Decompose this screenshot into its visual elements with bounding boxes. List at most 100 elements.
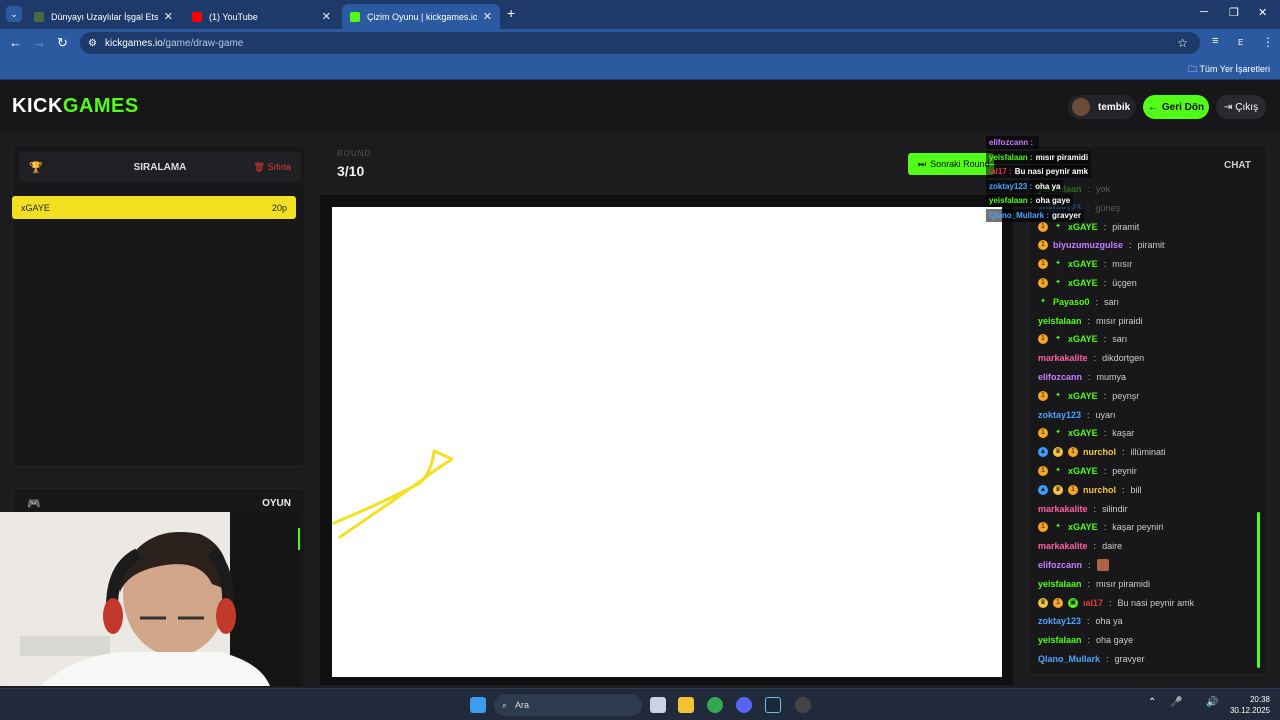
back-arrow-icon[interactable]: ← <box>9 35 22 50</box>
crown-badge-icon: ♛ <box>1053 447 1063 458</box>
chat-username[interactable]: Payaso0 <box>1053 297 1090 307</box>
minimize-button[interactable]: ─ <box>1200 6 1208 18</box>
taskbar-search[interactable]: ⌕ Ara <box>494 694 642 716</box>
chrome-icon[interactable] <box>707 697 723 713</box>
chat-username[interactable]: elifozcann <box>1038 372 1082 382</box>
site-info-icon[interactable]: ⚙ <box>88 38 97 49</box>
back-button[interactable]: ← Geri Dön <box>1143 95 1209 119</box>
chat-text: illüminati <box>1130 447 1166 458</box>
avatar <box>1072 98 1090 116</box>
chat-username[interactable]: markakalite <box>1038 353 1088 363</box>
profile-button[interactable]: E <box>1238 38 1243 47</box>
chat-username[interactable]: xGAYE <box>1068 222 1098 232</box>
chat-username[interactable]: xGAYE <box>1068 259 1098 269</box>
chat-message: 1 ✦ xGAYE: kaşar peyniri <box>1038 518 1163 536</box>
chat-username[interactable]: xGAYE <box>1068 278 1098 288</box>
close-icon[interactable]: ✕ <box>164 10 173 23</box>
coin-badge-icon: 1 <box>1038 240 1048 251</box>
chat-message: 1 biyuzumuzgulse: piramit <box>1038 236 1165 254</box>
chat-username[interactable]: zoktay123 <box>1038 410 1081 420</box>
menu-icon[interactable]: ⋮ <box>1262 35 1274 49</box>
chat-username[interactable]: zoktay123 <box>1038 616 1081 626</box>
task-view-icon[interactable] <box>650 697 666 713</box>
next-round-label: Sonraki Round <box>930 159 990 169</box>
chat-username[interactable]: markakalite <box>1038 504 1088 514</box>
coin-badge-icon: 1 <box>1038 259 1048 270</box>
chat-text: peynir <box>1112 466 1137 476</box>
chat-separator: : <box>1095 296 1099 307</box>
site-header: KICKGAMES tembik ← Geri Dön ⇥ Çıkış <box>0 81 1280 133</box>
url-input[interactable]: ⚙ kickgames.io /game/draw-game ☆ <box>80 32 1200 54</box>
all-bookmarks[interactable]: 🗀 Tüm Yer İşaretleri <box>1188 62 1270 78</box>
new-tab-button[interactable]: + <box>507 5 515 21</box>
tab-list-button[interactable]: ⌄ <box>6 6 22 22</box>
steam-icon[interactable] <box>765 697 781 713</box>
microphone-icon[interactable]: 🎤 <box>1170 697 1182 708</box>
chevron-up-icon[interactable]: ⌃ <box>1148 697 1156 708</box>
username: tembik <box>1098 101 1131 113</box>
chat-text: gravyer <box>1114 654 1145 664</box>
ranking-player-name: xGAYE <box>21 202 50 213</box>
ranking-header: 🏆 SIRALAMA 🗑 Sıfırla <box>19 152 301 182</box>
kickgames-logo[interactable]: KICKGAMES <box>12 95 139 118</box>
chat-username[interactable]: yeisfalaan <box>1038 635 1082 645</box>
drawing-canvas[interactable] <box>332 207 1002 677</box>
chat-message: Qlano_Mullark: gravyer <box>1038 650 1145 668</box>
chat-message: elifozcann: <box>1038 556 1114 574</box>
reload-icon[interactable]: ↻ <box>57 35 68 51</box>
chat-username[interactable]: xGAYE <box>1068 466 1098 476</box>
ranking-panel: 🏆 SIRALAMA 🗑 Sıfırla <box>12 145 306 467</box>
file-explorer-icon[interactable] <box>678 697 694 713</box>
reset-button[interactable]: 🗑 Sıfırla <box>254 162 291 173</box>
overlay-chat-line: yeisfalaan : oha gaye <box>986 194 1074 207</box>
discord-icon[interactable] <box>736 697 752 713</box>
media-icon[interactable]: ≡ <box>1212 35 1218 47</box>
forward-arrow-icon[interactable]: → <box>33 35 46 50</box>
back-button-label: Geri Dön <box>1161 101 1205 113</box>
volume-icon[interactable]: 🔊 <box>1206 697 1218 708</box>
tab-0[interactable]: Dünyayı Uzaylılar İşgal Etse İlk ! ✕ <box>26 4 181 29</box>
address-bar-row: ← → ↻ ⚙ kickgames.io /game/draw-game ☆ ≡… <box>0 29 1280 56</box>
chat-username[interactable]: yeisfalaan <box>1038 579 1082 589</box>
logout-button[interactable]: ⇥ Çıkış <box>1216 95 1266 119</box>
chat-username[interactable]: elifozcann <box>1038 560 1082 570</box>
chat-username[interactable]: nurchol <box>1083 485 1116 495</box>
bookmark-star-icon[interactable]: ☆ <box>1177 36 1188 50</box>
emote-icon <box>1096 559 1109 571</box>
browser-tab-bar: ⌄ Dünyayı Uzaylılar İşgal Etse İlk ! ✕ (… <box>0 0 1280 29</box>
chat-username[interactable]: markakalite <box>1038 541 1088 551</box>
logo-text-right: GAMES <box>62 95 139 117</box>
chat-username[interactable]: xGAYE <box>1068 391 1098 401</box>
close-icon[interactable]: ✕ <box>483 10 492 23</box>
trash-icon: 🗑 <box>253 161 265 172</box>
chat-username[interactable]: Qlano_Mullark <box>1038 654 1100 664</box>
next-round-button[interactable]: ⏭ Sonraki Round <box>908 153 994 175</box>
chat-separator: : <box>1087 578 1091 589</box>
chat-separator: : <box>1103 390 1107 401</box>
chat-username[interactable]: nurchol <box>1083 447 1116 457</box>
chat-username[interactable]: biyuzumuzgulse <box>1053 240 1123 250</box>
chat-message: 1 ✦ xGAYE: üçgen <box>1038 274 1137 292</box>
logo-text-left: KICK <box>12 95 63 117</box>
chat-message: ♛ 1 ▣ ıal17: Bu nasi peynir amk <box>1038 594 1194 612</box>
chat-message: 1 ✦ xGAYE: peynir <box>1038 462 1137 480</box>
close-icon[interactable]: ✕ <box>322 10 331 23</box>
chat-text: silindir <box>1102 503 1128 514</box>
user-profile-chip[interactable]: tembik <box>1068 95 1136 119</box>
verified-badge-icon: ▲ <box>1038 447 1048 458</box>
chat-text: oha ya <box>1095 616 1123 627</box>
app-icon[interactable] <box>795 697 811 713</box>
chat-username[interactable]: yeisfalaan <box>1038 316 1082 326</box>
maximize-button[interactable]: ❐ <box>1229 6 1239 19</box>
close-window-button[interactable]: ✕ <box>1258 6 1267 19</box>
chat-username[interactable]: xGAYE <box>1068 428 1098 438</box>
tab-1[interactable]: (1) YouTube ✕ <box>184 4 339 29</box>
tab-2[interactable]: Çizim Oyunu | kickgames.io ✕ <box>342 4 500 29</box>
overlay-username: Qlano_Mullark : <box>989 210 1050 220</box>
windows-start-icon[interactable] <box>470 697 486 713</box>
chat-username[interactable]: ıal17 <box>1083 598 1103 608</box>
chat-username[interactable]: xGAYE <box>1068 334 1098 344</box>
chat-scrollbar[interactable] <box>1257 512 1260 668</box>
chat-username[interactable]: xGAYE <box>1068 522 1098 532</box>
system-clock[interactable]: 20:38 30.12.2025 <box>1230 694 1270 716</box>
